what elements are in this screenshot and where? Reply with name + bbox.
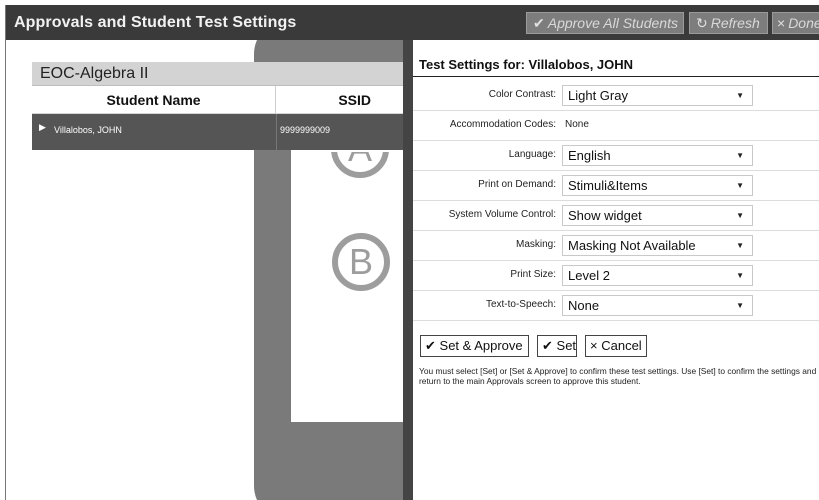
dropdown-caret-icon: ▼	[736, 301, 744, 310]
test-name-header: EOC-Algebra II	[32, 62, 403, 86]
print-size-value: Level 2	[568, 268, 610, 283]
refresh-label: Refresh	[710, 15, 760, 31]
check-icon: ✔	[425, 338, 436, 353]
student-table: EOC-Algebra II Student Name SSID ▶ Villa…	[32, 62, 403, 150]
setting-row-masking: Masking: Masking Not Available ▼	[413, 231, 819, 261]
print-on-demand-value: Stimuli&Items	[568, 178, 648, 193]
student-name-cell: Villalobos, JOHN	[54, 125, 122, 135]
table-header: Student Name SSID	[32, 86, 403, 114]
check-icon: ✔	[533, 15, 545, 31]
approve-all-students-button[interactable]: ✔ Approve All Students	[526, 12, 684, 34]
column-header-ssid[interactable]: SSID	[276, 86, 403, 114]
color-contrast-select[interactable]: Light Gray ▼	[562, 85, 753, 106]
set-button[interactable]: ✔ Set	[537, 335, 577, 357]
setting-row-text-to-speech: Text-to-Speech: None ▼	[413, 291, 819, 321]
settings-title: Test Settings for: Villalobos, JOHN	[419, 57, 634, 72]
refresh-button[interactable]: ↻ Refresh	[689, 12, 768, 34]
dropdown-caret-icon: ▼	[736, 181, 744, 190]
language-select[interactable]: English ▼	[562, 145, 753, 166]
set-and-approve-label: Set & Approve	[439, 338, 523, 353]
approve-all-label: Approve All Students	[547, 15, 678, 31]
dropdown-caret-icon: ▼	[736, 271, 744, 280]
cancel-label: Cancel	[601, 338, 642, 353]
done-label: Done	[788, 15, 819, 31]
accommodation-codes-label: Accommodation Codes:	[449, 119, 556, 130]
set-and-approve-button[interactable]: ✔ Set & Approve	[420, 335, 529, 357]
print-on-demand-label: Print on Demand:	[478, 179, 556, 190]
accommodation-codes-value: None	[565, 119, 589, 130]
settings-notice: You must select [Set] or [Set & Approve]…	[419, 366, 817, 386]
cell-divider	[276, 114, 277, 150]
dropdown-caret-icon: ▼	[736, 211, 744, 220]
title-bar: Approvals and Student Test Settings ✔ App…	[6, 5, 819, 40]
dropdown-caret-icon: ▼	[736, 241, 744, 250]
table-row[interactable]: ▶ Villalobos, JOHN 9999999009	[32, 114, 403, 150]
masking-select[interactable]: Masking Not Available ▼	[562, 235, 753, 256]
setting-row-system-volume-control: System Volume Control: Show widget ▼	[413, 201, 819, 231]
approvals-background: A B EOC-Algebra II Student Name SSID ▶ V…	[6, 40, 403, 500]
close-icon: ×	[590, 338, 598, 353]
test-settings-panel: Test Settings for: Villalobos, JOHN Colo…	[413, 40, 819, 500]
system-volume-control-select[interactable]: Show widget ▼	[562, 205, 753, 226]
masking-label: Masking:	[515, 239, 556, 250]
setting-row-print-on-demand: Print on Demand: Stimuli&Items ▼	[413, 171, 819, 201]
cancel-button[interactable]: × Cancel	[585, 335, 647, 357]
set-label: Set	[556, 338, 577, 353]
print-size-label: Print Size:	[510, 269, 556, 280]
done-button[interactable]: × Done	[772, 12, 819, 34]
color-contrast-value: Light Gray	[568, 88, 628, 103]
panel-divider	[403, 40, 413, 500]
close-icon: ×	[777, 15, 786, 31]
refresh-icon: ↻	[696, 15, 708, 31]
title-divider	[413, 76, 819, 77]
language-value: English	[568, 148, 611, 163]
page-title: Approvals and Student Test Settings	[14, 14, 297, 31]
print-size-select[interactable]: Level 2 ▼	[562, 265, 753, 286]
answer-bubble-b: B	[332, 233, 390, 291]
setting-row-print-size: Print Size: Level 2 ▼	[413, 261, 819, 291]
masking-value: Masking Not Available	[568, 238, 696, 253]
language-label: Language:	[508, 149, 556, 160]
ssid-cell: 9999999009	[280, 125, 331, 135]
setting-row-language: Language: English ▼	[413, 141, 819, 171]
expand-arrow-icon[interactable]: ▶	[39, 122, 46, 133]
text-to-speech-select[interactable]: None ▼	[562, 295, 753, 316]
text-to-speech-label: Text-to-Speech:	[485, 299, 556, 310]
dropdown-caret-icon: ▼	[736, 91, 744, 100]
check-icon: ✔	[542, 338, 553, 353]
setting-row-color-contrast: Color Contrast: Light Gray ▼	[413, 81, 819, 111]
dropdown-caret-icon: ▼	[736, 151, 744, 160]
system-volume-control-value: Show widget	[568, 208, 642, 223]
approvals-dialog: Approvals and Student Test Settings ✔ App…	[5, 5, 819, 500]
print-on-demand-select[interactable]: Stimuli&Items ▼	[562, 175, 753, 196]
system-volume-control-label: System Volume Control:	[448, 209, 556, 220]
color-contrast-label: Color Contrast:	[488, 89, 556, 100]
text-to-speech-value: None	[568, 298, 600, 313]
setting-row-accommodation-codes: Accommodation Codes: None	[413, 111, 819, 141]
column-header-student-name[interactable]: Student Name	[32, 86, 276, 114]
